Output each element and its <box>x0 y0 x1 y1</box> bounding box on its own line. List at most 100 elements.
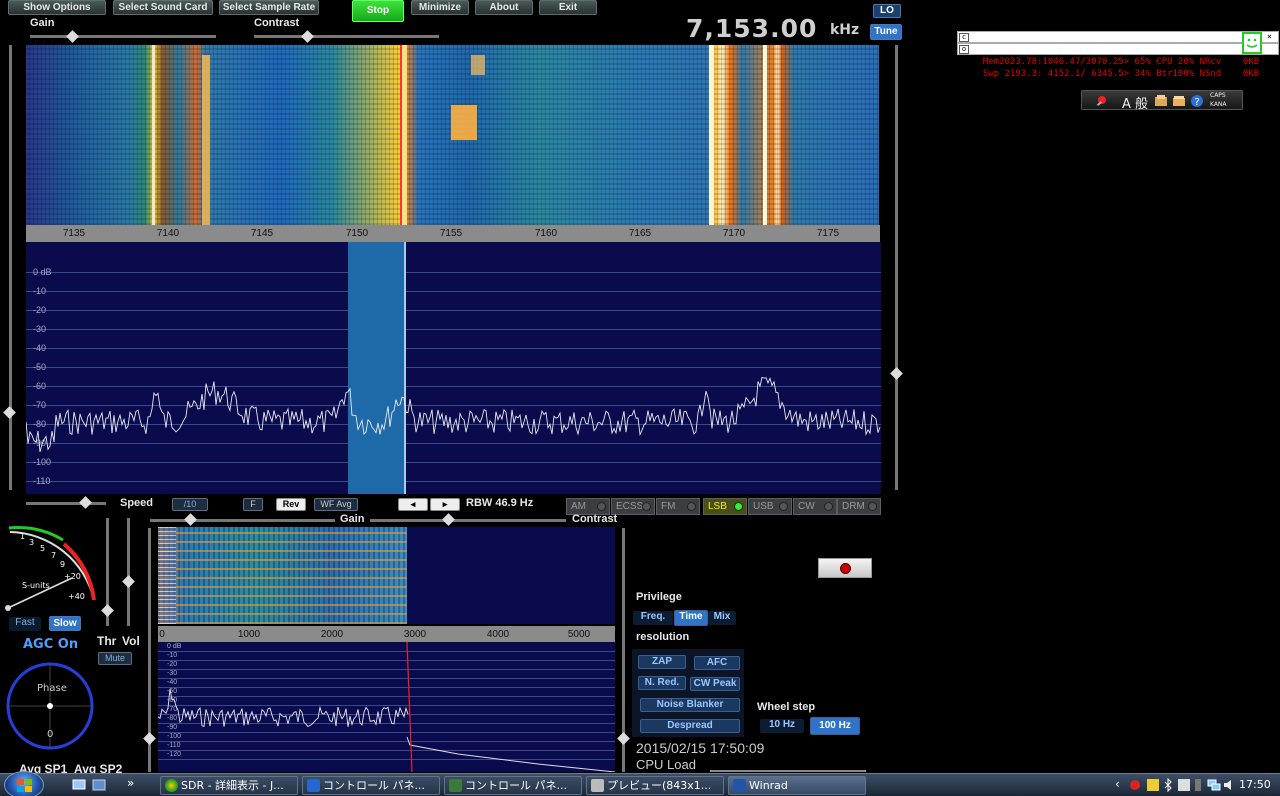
ime-dictionary-icon[interactable] <box>1154 94 1168 108</box>
monitor-box-c[interactable]: c <box>959 33 969 42</box>
agc-fast-button[interactable]: Fast <box>9 617 41 631</box>
vol-slider[interactable] <box>127 518 130 626</box>
contrast-slider-knob[interactable] <box>301 30 314 43</box>
frequency-display[interactable]: 7,153.00 <box>686 14 817 43</box>
about-button[interactable]: About <box>475 0 533 15</box>
main-waterfall[interactable] <box>26 45 879 225</box>
show-desktop-icon[interactable] <box>72 778 86 792</box>
speed-slider-knob[interactable] <box>79 496 92 509</box>
monitor-face-icon <box>1242 32 1262 54</box>
audio-contrast-slider[interactable] <box>370 519 566 522</box>
privilege-time-button[interactable]: Time <box>674 610 708 626</box>
audio-left-slider-knob[interactable] <box>143 732 156 745</box>
close-icon[interactable]: × <box>1267 32 1277 42</box>
rev-button[interactable]: Rev <box>276 498 306 511</box>
help-icon[interactable]: ? <box>1190 94 1204 108</box>
mode-lsb[interactable]: LSB <box>703 498 747 515</box>
tray-app-icon-1[interactable] <box>1128 778 1142 792</box>
tune-button[interactable]: Tune <box>870 24 902 40</box>
quicklaunch-overflow[interactable]: » <box>127 776 134 790</box>
step-left-button[interactable]: ◂ <box>398 498 428 511</box>
audio-scale-tick: 1000 <box>237 629 261 640</box>
monitor-mem-text: Mem2023.78:1046.47/3070.25> 65% CPU 20% … <box>982 57 1260 67</box>
agc-slow-button[interactable]: Slow <box>49 616 81 631</box>
stop-button[interactable]: Stop <box>352 0 404 22</box>
task-sdr-explorer[interactable]: SDR - 詳細表示 - J... <box>160 776 298 795</box>
select-sample-rate-button[interactable]: Select Sample Rate <box>219 0 319 15</box>
lo-button[interactable]: LO <box>873 4 901 18</box>
minimize-button[interactable]: Minimize <box>411 0 469 15</box>
audio-gain-slider[interactable] <box>150 519 335 522</box>
scale-tick: 7140 <box>156 228 180 239</box>
main-right-slider-knob[interactable] <box>890 367 903 380</box>
audio-waterfall[interactable] <box>158 527 615 624</box>
privilege-mix-button[interactable]: Mix <box>708 611 736 625</box>
thr-slider-knob[interactable] <box>101 604 114 617</box>
task-winrad[interactable]: Winrad <box>728 776 866 795</box>
gain-slider-knob[interactable] <box>66 30 79 43</box>
start-button[interactable] <box>4 771 44 796</box>
mode-usb[interactable]: USB <box>748 498 792 515</box>
explorer-icon[interactable] <box>92 778 106 792</box>
main-left-slider-knob[interactable] <box>3 406 16 419</box>
afc-button[interactable]: AFC <box>694 656 740 670</box>
tray-expand-icon[interactable]: ‹ <box>1115 777 1120 791</box>
network-icon[interactable] <box>1207 778 1221 792</box>
audio-scale-tick: 5000 <box>567 629 591 640</box>
exit-button[interactable]: Exit <box>539 0 597 15</box>
contrast-slider[interactable] <box>254 35 439 38</box>
speed-slider[interactable] <box>26 502 106 505</box>
agc-label[interactable]: AGC On <box>23 637 78 652</box>
task-control-panel-2[interactable]: コントロール パネ... <box>444 776 582 795</box>
mode-cw[interactable]: CW <box>793 498 837 515</box>
main-frequency-scale[interactable]: 7135 7140 7145 7150 7155 7160 7165 7170 … <box>26 225 880 242</box>
wheel-10hz-button[interactable]: 10 Hz <box>760 719 804 733</box>
ime-mode-text[interactable]: A 般 <box>1122 93 1148 112</box>
step-right-button[interactable]: ▸ <box>430 498 460 511</box>
audio-gain-label: Gain <box>340 513 365 525</box>
wf-avg-button[interactable]: WF Avg <box>314 498 358 511</box>
clock[interactable]: 17:50 <box>1239 778 1271 791</box>
audio-spectrum[interactable]: 0 dB -10 -20 -30 -40 -50 -60 -70 -80 -90… <box>158 642 615 772</box>
noise-reduction-button[interactable]: N. Red. <box>638 676 686 690</box>
audio-gain-slider-knob[interactable] <box>184 513 197 526</box>
audio-frequency-scale[interactable]: 0 1000 2000 3000 4000 5000 <box>158 626 615 642</box>
monitor-box-o[interactable]: o <box>959 45 969 54</box>
gain-slider[interactable] <box>30 35 216 38</box>
select-sound-card-button[interactable]: Select Sound Card <box>113 0 213 15</box>
ime-language-bar[interactable]: A 般 ? CAPS KANA <box>1081 90 1243 112</box>
record-button[interactable] <box>818 558 872 578</box>
vol-slider-knob[interactable] <box>122 575 135 588</box>
tray-app-icon-2[interactable] <box>1146 778 1160 792</box>
zap-button[interactable]: ZAP <box>638 655 686 669</box>
mute-button[interactable]: Mute <box>98 652 132 665</box>
ime-pin-icon[interactable] <box>1094 94 1108 108</box>
mode-fm[interactable]: FM <box>656 498 700 515</box>
audio-scale-tick: 2000 <box>320 629 344 640</box>
audio-contrast-slider-knob[interactable] <box>442 513 455 526</box>
noise-blanker-button[interactable]: Noise Blanker <box>640 698 740 712</box>
mode-ecss[interactable]: ECSS <box>611 498 655 515</box>
main-right-slider[interactable] <box>895 45 898 490</box>
volume-icon[interactable] <box>1222 778 1236 792</box>
ime-pad-icon[interactable] <box>1172 94 1186 108</box>
wheel-100hz-button[interactable]: 100 Hz <box>810 717 860 735</box>
show-options-button[interactable]: Show Options <box>8 0 106 15</box>
main-spectrum[interactable]: 0 dB -10 -20 -30 -40 -50 -60 -70 -80 -90… <box>26 242 881 494</box>
cw-peak-button[interactable]: CW Peak <box>690 677 740 691</box>
privilege-freq-button[interactable]: Freq. <box>633 611 673 625</box>
main-left-slider[interactable] <box>9 45 12 490</box>
speed-label: Speed <box>120 497 154 509</box>
audio-right-slider-knob[interactable] <box>617 732 630 745</box>
windows-logo-icon <box>17 779 32 792</box>
tray-app-icon-4[interactable] <box>1193 778 1203 792</box>
f-button[interactable]: F <box>243 498 263 511</box>
tray-app-icon-3[interactable] <box>1177 778 1191 792</box>
task-control-panel-1[interactable]: コントロール パネ... <box>302 776 440 795</box>
bluetooth-icon[interactable] <box>1162 778 1174 792</box>
mode-drm[interactable]: DRM <box>837 498 881 515</box>
kana-indicator: KANA <box>1210 101 1227 108</box>
task-preview[interactable]: プレビュー(843x1... <box>586 776 724 795</box>
speed-value[interactable]: /10 <box>172 498 208 511</box>
despread-button[interactable]: Despread <box>640 719 740 733</box>
